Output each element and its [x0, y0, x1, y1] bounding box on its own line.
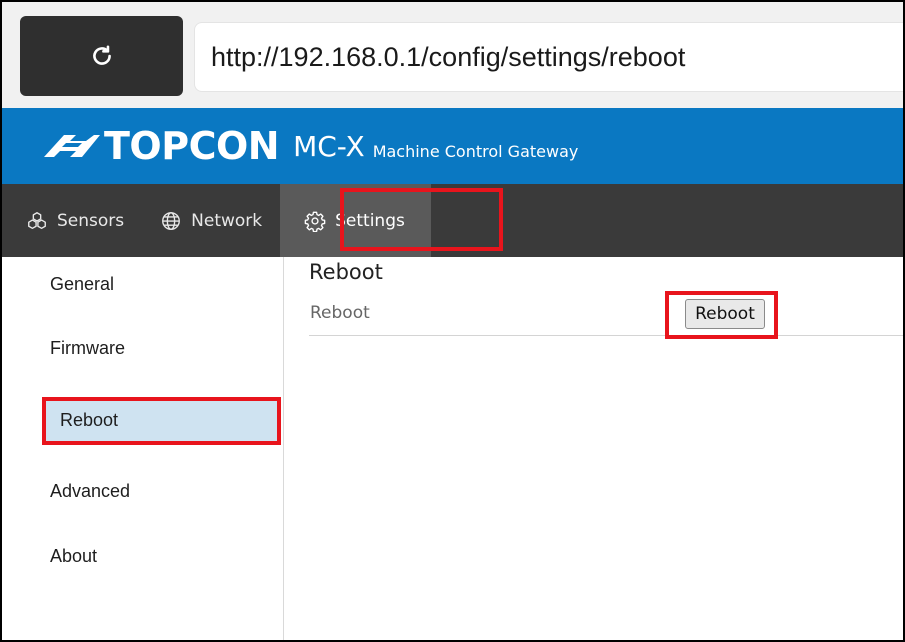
settings-sidebar: General Firmware Reboot Advanced About [2, 257, 284, 640]
sidebar-item-label: About [50, 546, 98, 566]
nav-network-label: Network [191, 210, 263, 231]
sensors-icon [28, 211, 46, 229]
nav-settings[interactable]: Settings [280, 184, 431, 257]
main-nav: Sensors Network Settings [2, 184, 903, 257]
reboot-row-label: Reboot [310, 303, 370, 323]
sidebar-item-label: Advanced [50, 481, 131, 501]
nav-sensors-label: Sensors [57, 210, 125, 231]
row-divider [309, 335, 903, 336]
browser-toolbar: http://192.168.0.1/config/settings/reboo… [2, 2, 903, 108]
sidebar-item-advanced[interactable]: Advanced [50, 481, 130, 502]
sidebar-item-firmware[interactable]: Firmware [50, 338, 125, 359]
nav-sensors[interactable]: Sensors [2, 184, 142, 257]
app-frame: http://192.168.0.1/config/settings/reboo… [0, 0, 905, 642]
reload-icon [92, 45, 111, 65]
sidebar-item-label: Firmware [50, 338, 125, 358]
address-bar[interactable]: http://192.168.0.1/config/settings/reboo… [194, 22, 903, 92]
nav-settings-label: Settings [335, 210, 405, 231]
sidebar-item-label: Reboot [60, 410, 119, 430]
sidebar-item-about[interactable]: About [50, 546, 97, 567]
topcon-logo: TOPCON [42, 124, 280, 168]
topcon-logo-icon [44, 135, 100, 157]
nav-network[interactable]: Network [142, 184, 280, 257]
sidebar-item-reboot[interactable]: Reboot [44, 398, 280, 443]
sidebar-item-general[interactable]: General [50, 274, 114, 295]
sidebar-item-label: General [50, 274, 115, 294]
product-subtitle: Machine Control Gateway [372, 141, 579, 161]
globe-icon [162, 211, 181, 230]
page-title: Reboot [309, 260, 383, 284]
reboot-button[interactable]: Reboot [685, 299, 765, 329]
brand-name: TOPCON [104, 124, 280, 168]
product-name: MC-X [293, 129, 365, 163]
gear-icon [304, 211, 326, 232]
brand-header: TOPCON MC-X Machine Control Gateway [2, 108, 903, 184]
url-text: http://192.168.0.1/config/settings/reboo… [211, 41, 686, 72]
reload-button[interactable] [20, 16, 183, 96]
